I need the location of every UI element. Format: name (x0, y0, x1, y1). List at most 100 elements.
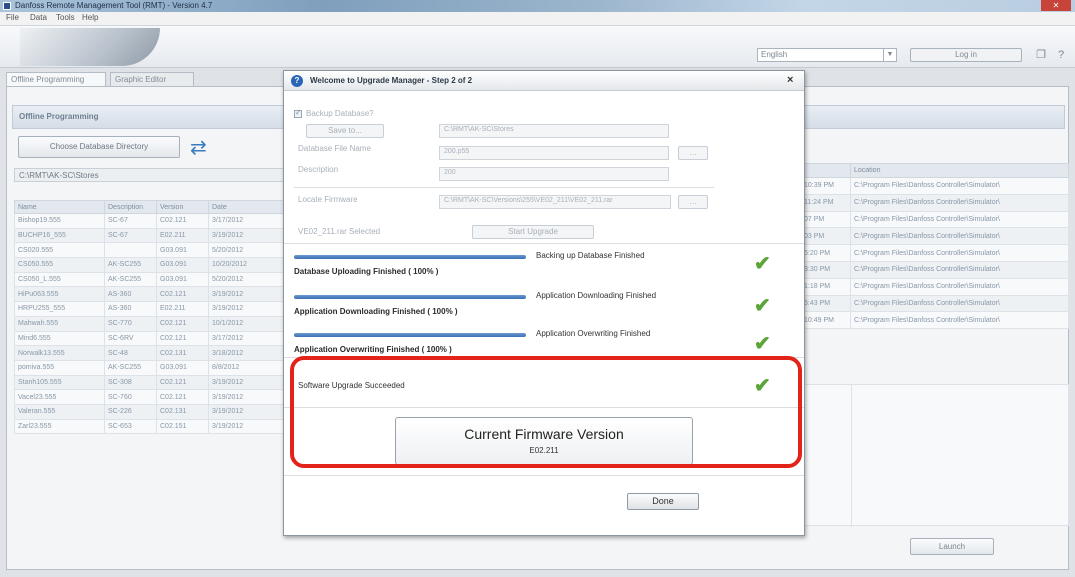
table-cell: AK-SC255 (104, 359, 157, 376)
db-file-name-input[interactable]: 200.p55 (439, 146, 669, 160)
progress-bar-database (294, 255, 526, 259)
table-cell: Bishop19.555 (14, 213, 105, 229)
table-cell: 3/18/2012 (208, 345, 284, 361)
table-cell: AS-360 (104, 286, 157, 303)
table-cell: 10:49 PM (800, 311, 851, 330)
table-row[interactable]: 5:43 PM C:\Program Files\Danfoss Controll… (800, 294, 1069, 313)
refresh-icon[interactable]: ⇄ (190, 135, 207, 160)
step-status: Backing up Database Finished (536, 251, 645, 260)
menu-bar: File Data Tools Help (0, 12, 1075, 26)
menu-help[interactable]: Help (82, 13, 98, 22)
menu-data[interactable]: Data (30, 13, 47, 22)
table-row[interactable]: 11:24 PM C:\Program Files\Danfoss Control… (800, 193, 1069, 212)
table-cell: C02.121 (156, 286, 209, 303)
column-header[interactable]: Version (156, 200, 209, 214)
dialog-titlebar: ? Welcome to Upgrade Manager - Step 2 of… (284, 71, 804, 91)
table-cell: 3/17/2012 (208, 213, 284, 229)
choose-directory-button[interactable]: Choose Database Directory (18, 136, 180, 158)
language-value: English (761, 50, 788, 59)
table-cell: C:\Program Files\Danfoss Controller\Simu… (850, 294, 1069, 313)
done-button[interactable]: Done (627, 493, 699, 510)
table-row[interactable]: 03 PM C:\Program Files\Danfoss Controller… (800, 227, 1069, 246)
table-cell: C02.121 (156, 389, 209, 405)
backup-label: Backup Database? (306, 109, 374, 118)
table-cell: G03.091 (156, 359, 209, 376)
table-cell: HiPu063.555 (14, 286, 105, 303)
table-cell: SC-653 (104, 418, 157, 435)
table-cell: C:\Program Files\Danfoss Controller\Simu… (850, 177, 1069, 195)
table-row[interactable]: Stanh105.555 SC-308 C02.121 3/19/2012 (14, 374, 284, 391)
table-cell: C:\Program Files\Danfoss Controller\Simu… (850, 260, 1069, 279)
save-to-button[interactable]: Save to... (306, 124, 384, 138)
tab-graphic-editor[interactable]: Graphic Editor (110, 72, 194, 86)
window-close-button[interactable]: ✕ (1041, 0, 1071, 11)
help-icon[interactable]: ? (1054, 48, 1068, 62)
menu-tools[interactable]: Tools (56, 13, 75, 22)
table-cell: 3/19/2012 (208, 389, 284, 405)
browse-button[interactable]: … (678, 146, 708, 160)
table-cell: 07 PM (800, 210, 851, 229)
column-header[interactable]: Description (104, 200, 157, 214)
table-cell: 3/19/2012 (208, 374, 284, 391)
table-row[interactable]: Valeran.555 SC-226 C02.131 3/19/2012 (14, 403, 284, 420)
table-cell: 5/20/2012 (208, 271, 284, 288)
table-cell: G03.091 (156, 271, 209, 288)
panel-title: Offline Programming (19, 112, 99, 121)
tab-offline-programming[interactable]: Offline Programming (6, 72, 106, 86)
table-row[interactable]: CS020.555 G03.091 5/20/2012 (14, 242, 284, 259)
save-to-path[interactable]: C:\RMT\AK-SC\Stores (439, 124, 669, 138)
table-row[interactable]: Mahwah.555 SC-770 C02.121 10/1/2012 (14, 315, 284, 332)
table-row[interactable]: 3:30 PM C:\Program Files\Danfoss Controll… (800, 260, 1069, 279)
dialog-close-button[interactable]: × (787, 74, 793, 86)
table-cell: Mahwah.555 (14, 315, 105, 332)
step-status: Application Downloading Finished (536, 291, 657, 300)
table-row[interactable]: 07 PM C:\Program Files\Danfoss Controller… (800, 210, 1069, 229)
table-cell: Mind6.555 (14, 330, 105, 347)
table-cell: E02.211 (156, 301, 209, 317)
table-cell: CS050_L.555 (14, 271, 105, 288)
table-cell: C:\Program Files\Danfoss Controller\Simu… (850, 210, 1069, 229)
column-header[interactable] (800, 163, 851, 178)
progress-bar-overwrite (294, 333, 526, 337)
table-cell: C:\Program Files\Danfoss Controller\Simu… (850, 193, 1069, 212)
table-row[interactable]: HiPu063.555 AS-360 C02.121 3/19/2012 (14, 286, 284, 303)
column-header[interactable]: Date (208, 200, 284, 214)
table-row[interactable]: 1:18 PM C:\Program Files\Danfoss Controll… (800, 277, 1069, 296)
table-row[interactable]: Vacel23.555 SC-760 C02.121 3/19/2012 (14, 389, 284, 405)
table-row[interactable]: 10:39 PM C:\Program Files\Danfoss Control… (800, 177, 1069, 195)
table-cell: C02.151 (156, 418, 209, 435)
login-button[interactable]: Log in (910, 48, 1022, 62)
logo-swoosh (20, 28, 160, 66)
start-upgrade-button[interactable]: Start Upgrade (472, 225, 594, 239)
separator (284, 243, 804, 244)
table-row[interactable]: 5:20 PM C:\Program Files\Danfoss Controll… (800, 244, 1069, 262)
table-row[interactable]: Bishop19.555 SC-67 C02.121 3/17/2012 (14, 213, 284, 229)
description-input[interactable]: 200 (439, 167, 669, 181)
separator (294, 187, 714, 188)
backup-checkbox[interactable] (294, 108, 302, 118)
table-cell: C:\Program Files\Danfoss Controller\Simu… (850, 311, 1069, 330)
table-row[interactable]: BUCHP16_555 SC-67 E02.211 3/19/2012 (14, 227, 284, 244)
language-select[interactable]: English ▼ (757, 48, 897, 62)
menu-file[interactable]: File (6, 13, 19, 22)
table-cell: 3/19/2012 (208, 403, 284, 420)
table-row[interactable]: pomiva.555 AK-SC255 G03.091 8/8/2012 (14, 359, 284, 376)
table-row[interactable]: CS050.555 AK-SC255 G03.091 10/20/2012 (14, 257, 284, 273)
table-row[interactable]: Norwalk13.555 SC-48 C02.131 3/18/2012 (14, 345, 284, 361)
launch-button[interactable]: Launch (910, 538, 994, 555)
table-row[interactable]: Zarl23.555 SC-653 C02.151 3/19/2012 (14, 418, 284, 435)
column-header[interactable]: Location (850, 163, 1069, 178)
window-icon[interactable]: ❐ (1034, 48, 1048, 62)
column-header[interactable]: Name (14, 200, 105, 214)
table-row[interactable]: CS050_L.555 AK-SC255 G03.091 5/20/2012 (14, 271, 284, 288)
firmware-path[interactable]: C:\RMT\AK-SC\Versions\255\VE02_211\VE02_… (439, 195, 671, 209)
table-cell: 03 PM (800, 227, 851, 246)
check-icon: ✔ (754, 333, 771, 355)
table-cell: 3/19/2012 (208, 301, 284, 317)
table-row[interactable]: 10:49 PM C:\Program Files\Danfoss Control… (800, 311, 1069, 330)
chevron-down-icon[interactable]: ▼ (883, 49, 896, 61)
table-cell: Stanh105.555 (14, 374, 105, 391)
table-row[interactable]: Mind6.555 SC-6RV C02.121 3/17/2012 (14, 330, 284, 347)
table-row[interactable]: HRPU255_555 AS-360 E02.211 3/19/2012 (14, 301, 284, 317)
browse-firmware-button[interactable]: … (678, 195, 708, 209)
